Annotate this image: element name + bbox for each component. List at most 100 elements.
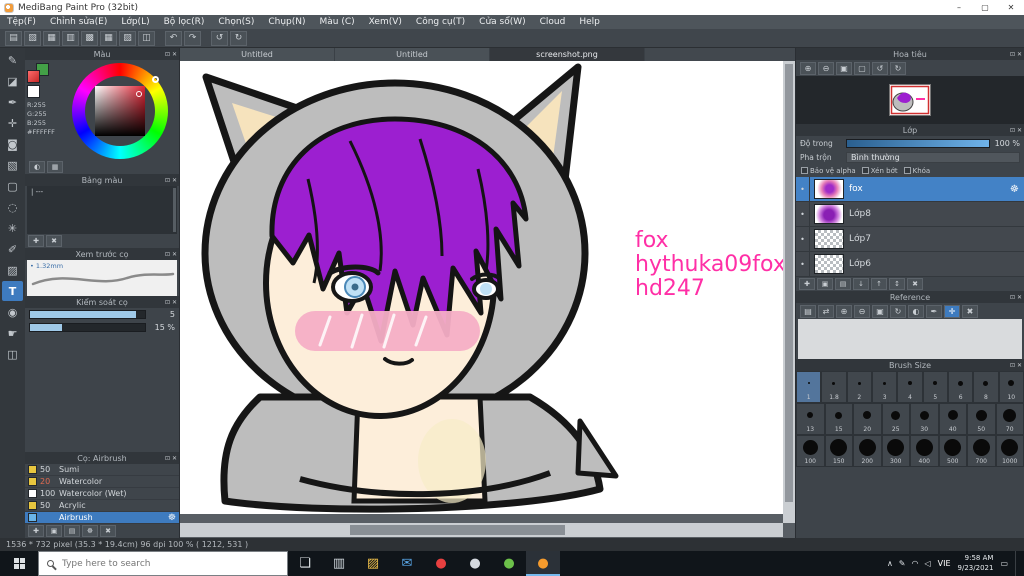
- duplicate-brush-icon[interactable]: ▤: [64, 525, 80, 537]
- layer-row-l-p7[interactable]: • Lớp7: [796, 227, 1024, 252]
- menu-item-11[interactable]: Help: [572, 17, 607, 27]
- foreground-color-swatch[interactable]: [27, 63, 49, 83]
- vertical-scroll-thumb[interactable]: [785, 64, 793, 502]
- navigator-thumbnail[interactable]: [889, 84, 931, 116]
- grayscale-icon[interactable]: ◐: [908, 304, 924, 318]
- network-icon[interactable]: ◠: [912, 559, 919, 568]
- gradient-tool[interactable]: ▧: [2, 155, 23, 175]
- brush-size-10[interactable]: 10: [998, 371, 1024, 403]
- panel-detach-icon[interactable]: ⊡: [165, 251, 170, 258]
- document-tab-2[interactable]: screenshot.png: [490, 48, 645, 61]
- brush-item-watercolor[interactable]: 20 Watercolor: [25, 476, 179, 488]
- select-eraser-tool[interactable]: ▨: [2, 260, 23, 280]
- primary-color-swatch[interactable]: [27, 70, 40, 83]
- start-button[interactable]: [0, 551, 38, 576]
- panel-close-icon[interactable]: ✕: [1017, 51, 1022, 58]
- palette-entry[interactable]: | ---: [31, 188, 43, 196]
- taskbar-search[interactable]: [38, 551, 288, 576]
- material-panel-icon[interactable]: ▨: [119, 30, 136, 46]
- panel-close-icon[interactable]: ✕: [1017, 362, 1022, 369]
- add-layer-icon[interactable]: ✚: [799, 278, 815, 290]
- panel-close-icon[interactable]: ✕: [172, 455, 177, 462]
- brush-size-15[interactable]: 15: [824, 403, 853, 435]
- move-tool[interactable]: ✛: [2, 113, 23, 133]
- zoom-out-icon[interactable]: ⊖: [818, 61, 834, 75]
- canvas-size-icon[interactable]: ▩: [81, 30, 98, 46]
- menu-item-2[interactable]: Lớp(L): [114, 17, 156, 27]
- save-file-icon[interactable]: ▦: [43, 30, 60, 46]
- redo-icon[interactable]: ↷: [184, 30, 201, 46]
- canvas-vertical-scrollbar[interactable]: [783, 61, 795, 523]
- panel-detach-icon[interactable]: ⊡: [165, 51, 170, 58]
- background-color-swatch[interactable]: [27, 85, 40, 98]
- panel-detach-icon[interactable]: ⊡: [165, 177, 170, 184]
- layer-option-2[interactable]: Khóa: [903, 167, 930, 175]
- new-canvas-icon[interactable]: ▤: [5, 30, 22, 46]
- brush-size-6[interactable]: 6: [947, 371, 974, 403]
- brush-size-500[interactable]: 500: [938, 435, 967, 467]
- menu-item-1[interactable]: Chỉnh sửa(E): [43, 17, 114, 27]
- brush-size-100[interactable]: 100: [796, 435, 825, 467]
- layer-row-fox[interactable]: • fox ☸: [796, 177, 1024, 202]
- brush-size-150[interactable]: 150: [824, 435, 853, 467]
- menu-item-8[interactable]: Công cụ(T): [409, 17, 472, 27]
- brush-opacity-slider[interactable]: [29, 323, 146, 332]
- move-down-icon[interactable]: ↕: [889, 278, 905, 290]
- brush-size-13[interactable]: 13: [796, 403, 825, 435]
- checkbox-icon[interactable]: [903, 167, 911, 174]
- zoom-in-icon[interactable]: ⊕: [836, 304, 852, 318]
- brush-item-watercolor-wet-[interactable]: 100 Watercolor (Wet): [25, 488, 179, 500]
- layer-opacity-slider[interactable]: [846, 138, 990, 148]
- panel-detach-icon[interactable]: ⊡: [1010, 127, 1015, 134]
- brush-size-30[interactable]: 30: [910, 403, 939, 435]
- volume-icon[interactable]: ◁: [924, 559, 930, 568]
- brush-size-40[interactable]: 40: [938, 403, 967, 435]
- screen-picker-icon[interactable]: ◐: [29, 161, 45, 173]
- close-button[interactable]: ✕: [998, 0, 1024, 15]
- horizontal-scroll-thumb[interactable]: [350, 525, 565, 535]
- palette-mode-icon[interactable]: ▦: [47, 161, 63, 173]
- zoom-100-icon[interactable]: ▢: [854, 61, 870, 75]
- rotate-icon[interactable]: ↻: [890, 304, 906, 318]
- panel-close-icon[interactable]: ✕: [172, 299, 177, 306]
- brush-settings-icon[interactable]: ☸: [168, 513, 176, 523]
- eyedropper-tool[interactable]: ◉: [2, 302, 23, 322]
- select-tool[interactable]: ▢: [2, 176, 23, 196]
- file-explorer-icon[interactable]: ▨: [356, 551, 390, 576]
- zoom-in-icon[interactable]: ⊕: [800, 61, 816, 75]
- menu-item-10[interactable]: Cloud: [533, 17, 573, 27]
- brush-size-2[interactable]: 2: [846, 371, 872, 403]
- search-input[interactable]: [60, 557, 279, 570]
- menu-item-3[interactable]: Bộ lọc(R): [157, 17, 212, 27]
- brush-size-slider[interactable]: [29, 310, 146, 319]
- grid-toggle-icon[interactable]: ▦: [100, 30, 117, 46]
- layer-visibility-toggle[interactable]: •: [796, 177, 810, 201]
- rotate-left-icon[interactable]: ↺: [211, 30, 228, 46]
- brush-size-70[interactable]: 70: [995, 403, 1024, 435]
- open-file-icon[interactable]: ▧: [24, 30, 41, 46]
- brush-size-400[interactable]: 400: [910, 435, 939, 467]
- steam-icon[interactable]: ●: [458, 551, 492, 576]
- fill-tool[interactable]: ◙: [2, 134, 23, 154]
- brush-size-700[interactable]: 700: [967, 435, 996, 467]
- sv-marker[interactable]: [136, 91, 142, 97]
- add-folder-icon[interactable]: ▣: [817, 278, 833, 290]
- menu-item-0[interactable]: Tệp(F): [0, 17, 43, 27]
- hand-icon[interactable]: ✛: [944, 304, 960, 318]
- menu-item-5[interactable]: Chụp(N): [261, 17, 312, 27]
- undo-icon[interactable]: ↶: [165, 30, 182, 46]
- panel-close-icon[interactable]: ✕: [172, 251, 177, 258]
- language-indicator[interactable]: VIE: [938, 559, 951, 568]
- brush-size-3[interactable]: 3: [871, 371, 898, 403]
- canvas-horizontal-scrollbar[interactable]: [180, 523, 783, 537]
- notification-center-icon[interactable]: ▭: [1000, 559, 1008, 568]
- select-pen-tool[interactable]: ✐: [2, 239, 23, 259]
- rotate-right-icon[interactable]: ↻: [230, 30, 247, 46]
- layer-option-0[interactable]: Bảo vệ alpha: [801, 167, 856, 175]
- merge-down-icon[interactable]: ↓: [853, 278, 869, 290]
- layer-row-l-p6[interactable]: • Lớp6: [796, 252, 1024, 277]
- zoom-fit-icon[interactable]: ▣: [836, 61, 852, 75]
- eraser-tool[interactable]: ◪: [2, 71, 23, 91]
- brush-size-300[interactable]: 300: [881, 435, 910, 467]
- magic-wand-tool[interactable]: ✳: [2, 218, 23, 238]
